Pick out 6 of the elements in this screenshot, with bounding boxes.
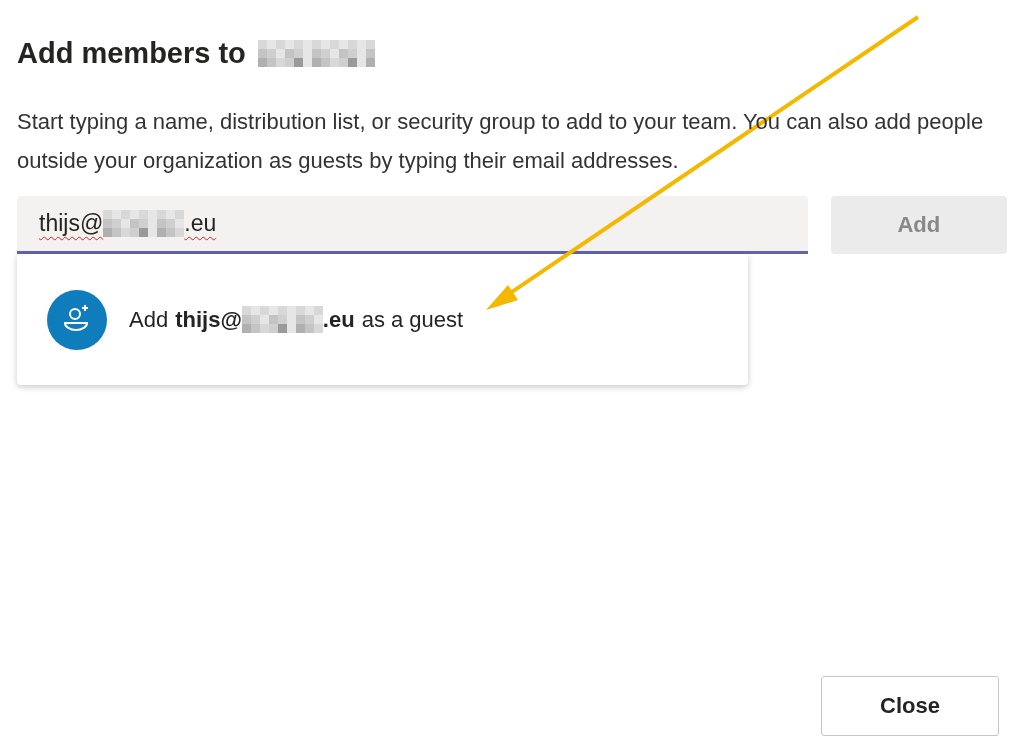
dialog-title: Add members to (17, 36, 246, 70)
close-button[interactable]: Close (821, 676, 999, 736)
suggestion-card[interactable]: Add thijs@ .eu as a guest (17, 254, 748, 385)
add-guest-text: Add thijs@ .eu as a guest (129, 306, 464, 333)
add-guest-icon (47, 289, 107, 350)
email-input-field[interactable]: thijs@ .eu (17, 196, 808, 254)
